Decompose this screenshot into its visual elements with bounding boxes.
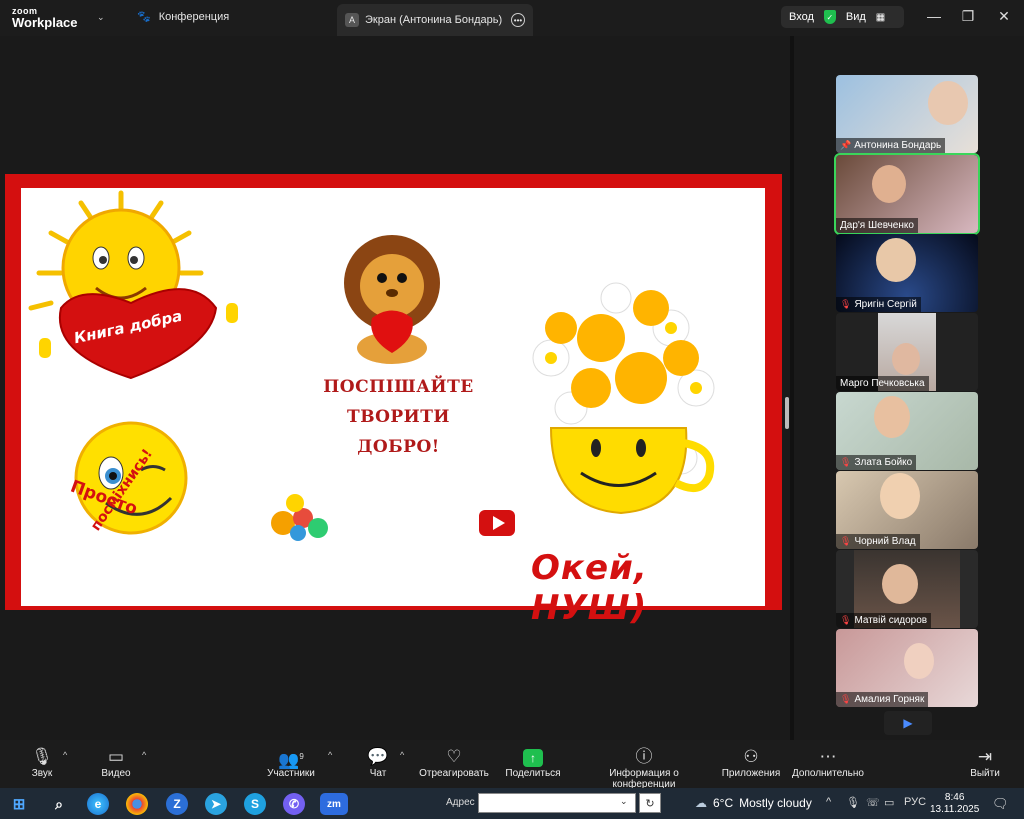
address-input[interactable] — [478, 793, 636, 813]
mic-muted-icon: 🎙 — [840, 536, 852, 546]
sun-heart-illustration — [28, 190, 238, 380]
participant-video — [872, 165, 906, 203]
more-dots-icon: ⋯ — [819, 747, 837, 766]
more-button[interactable]: ⋯ Дополнительно — [790, 746, 866, 779]
leave-button[interactable]: ⇥ Выйти — [968, 746, 1002, 779]
people-icon: 👥 — [278, 750, 300, 770]
phone-tray-icon[interactable]: ☏ — [866, 796, 880, 809]
shield-icon[interactable]: ✓ — [823, 10, 836, 24]
share-screen-icon: ↑ — [523, 749, 543, 767]
viber-icon[interactable]: ✆ — [283, 793, 305, 815]
chrome-browser-icon[interactable] — [126, 793, 148, 815]
windows-taskbar: ⊞ ⌕ e Z ➤ S ✆ zm Адрес ⌄ ↻ ☁ 6°C Mostly … — [0, 788, 1024, 819]
close-button[interactable]: ✕ — [994, 8, 1014, 25]
meeting-toolbar: 🎙 Звук ^ ▭ Видео ^ 👥9 Участники ^ 💬 Чат … — [0, 740, 1024, 790]
participant-video — [874, 396, 910, 438]
cartoon-bee-illustration — [271, 494, 328, 541]
shared-slide: Книга добра Просто посміхнись! ПОСПІШАЙТ… — [5, 174, 782, 628]
cloud-icon: ☁ — [695, 796, 707, 810]
microphone-tray-icon[interactable]: 🎙 — [846, 796, 860, 809]
share-button[interactable]: ↑ Поделиться — [504, 746, 562, 779]
notifications-icon[interactable]: 🗨 — [992, 796, 1009, 812]
participant-tile-active[interactable]: Дар'я Шевченко — [834, 153, 980, 235]
paw-icon: 🐾 — [137, 11, 151, 23]
audio-options-caret[interactable]: ^ — [63, 750, 67, 760]
maximize-button[interactable]: ❐ — [958, 8, 978, 25]
title-bar: zoom Workplace ⌄ 🐾 Конференция A Экран (… — [0, 0, 1024, 36]
participant-tile[interactable]: 📌 Антонина Бондарь — [836, 75, 978, 153]
next-page-button[interactable]: ▶ — [884, 711, 932, 735]
chevron-up-icon[interactable]: ^ — [826, 796, 831, 808]
mic-muted-icon: 🎙 — [840, 457, 852, 467]
meeting-info-button[interactable]: ⓘ Информация о конференции — [577, 746, 711, 790]
participant-video — [876, 238, 916, 282]
participant-tile[interactable]: 🎙 Чорний Влад — [836, 471, 978, 549]
apps-icon: ⚇ — [743, 747, 759, 766]
search-icon[interactable]: ⌕ — [48, 793, 70, 815]
telegram-icon[interactable]: ➤ — [205, 793, 227, 815]
refresh-icon[interactable]: ↻ — [639, 793, 661, 813]
mic-muted-icon: 🎙 — [840, 694, 852, 704]
mic-muted-icon: 🎙 — [840, 299, 852, 309]
header-status: Вход ✓ Вид ▦ — [781, 6, 904, 28]
chevron-down-icon[interactable]: ⌄ — [97, 12, 105, 23]
participants-options-caret[interactable]: ^ — [328, 750, 332, 760]
microphone-icon: 🎙 — [31, 747, 53, 766]
mic-muted-icon: 🎙 — [840, 615, 852, 625]
more-icon[interactable]: ••• — [511, 13, 525, 27]
login-button[interactable]: Вход — [789, 11, 814, 23]
chat-button[interactable]: 💬 Чат — [366, 746, 390, 779]
participant-video — [880, 473, 920, 519]
okei-nush-label: Окей, НУШ) — [531, 548, 648, 628]
chat-icon: 💬 — [367, 747, 389, 766]
lion-heart-illustration — [344, 235, 440, 364]
pin-icon: 📌 — [840, 140, 852, 150]
participant-tile[interactable]: 🎙 Амалия Горняк — [836, 629, 978, 707]
participants-count: 9 — [299, 752, 304, 761]
video-options-caret[interactable]: ^ — [142, 750, 146, 760]
view-button[interactable]: Вид — [846, 11, 866, 23]
weather-widget[interactable]: ☁ 6°C Mostly cloudy — [695, 796, 812, 810]
zoom-meeting-taskbar-icon[interactable]: zm — [320, 793, 348, 815]
zoom-logo[interactable]: zoom Workplace — [12, 6, 78, 29]
video-button[interactable]: ▭ Видео — [98, 746, 134, 779]
participants-button[interactable]: 👥9 Участники — [264, 746, 318, 779]
react-button[interactable]: ♡ Отреагировать — [418, 746, 490, 779]
edge-browser-icon[interactable]: e — [87, 793, 109, 815]
network-icon[interactable]: ▭ — [884, 796, 894, 809]
zoom-app-icon[interactable]: Z — [166, 793, 188, 815]
tab-screen[interactable]: A Экран (Антонина Бондарь) ••• — [337, 4, 533, 36]
flower-cup-illustration — [532, 282, 715, 515]
tab-conference[interactable]: 🐾 Конференция — [137, 10, 229, 24]
participant-tile[interactable]: Марго Печковська — [836, 313, 978, 391]
system-clock[interactable]: 8:46 13.11.2025 — [930, 792, 979, 816]
grid-icon[interactable]: ▦ — [876, 12, 885, 23]
address-label: Адрес — [446, 797, 475, 808]
leave-icon: ⇥ — [977, 747, 993, 766]
chevron-down-icon[interactable]: ⌄ — [620, 796, 628, 807]
apps-button[interactable]: ⚇ Приложения — [720, 746, 782, 779]
info-icon: ⓘ — [635, 747, 653, 766]
slide-message: ПОСПІШАЙТЕ ТВОРИТИ ДОБРО! — [323, 377, 474, 457]
windows-start-icon[interactable]: ⊞ — [8, 793, 30, 815]
participant-tile[interactable]: 🎙 Яригін Сергій — [836, 234, 978, 312]
minimize-button[interactable]: — — [924, 8, 944, 24]
chat-options-caret[interactable]: ^ — [400, 750, 404, 760]
language-indicator[interactable]: РУС — [904, 796, 926, 808]
resize-handle[interactable] — [785, 397, 789, 429]
heart-icon: ♡ — [446, 747, 462, 766]
participant-video — [904, 643, 934, 679]
camera-icon: ▭ — [107, 747, 125, 766]
avatar-badge: A — [345, 13, 359, 27]
participant-tile[interactable]: 🎙 Матвій сидоров — [836, 550, 978, 628]
participant-tile[interactable]: 🎙 Злата Бойко — [836, 392, 978, 470]
slide-content: Книга добра Просто посміхнись! ПОСПІШАЙТ… — [21, 188, 765, 628]
audio-button[interactable]: 🎙 Звук — [28, 746, 56, 779]
participant-video — [928, 81, 968, 125]
skype-icon[interactable]: S — [244, 793, 266, 815]
